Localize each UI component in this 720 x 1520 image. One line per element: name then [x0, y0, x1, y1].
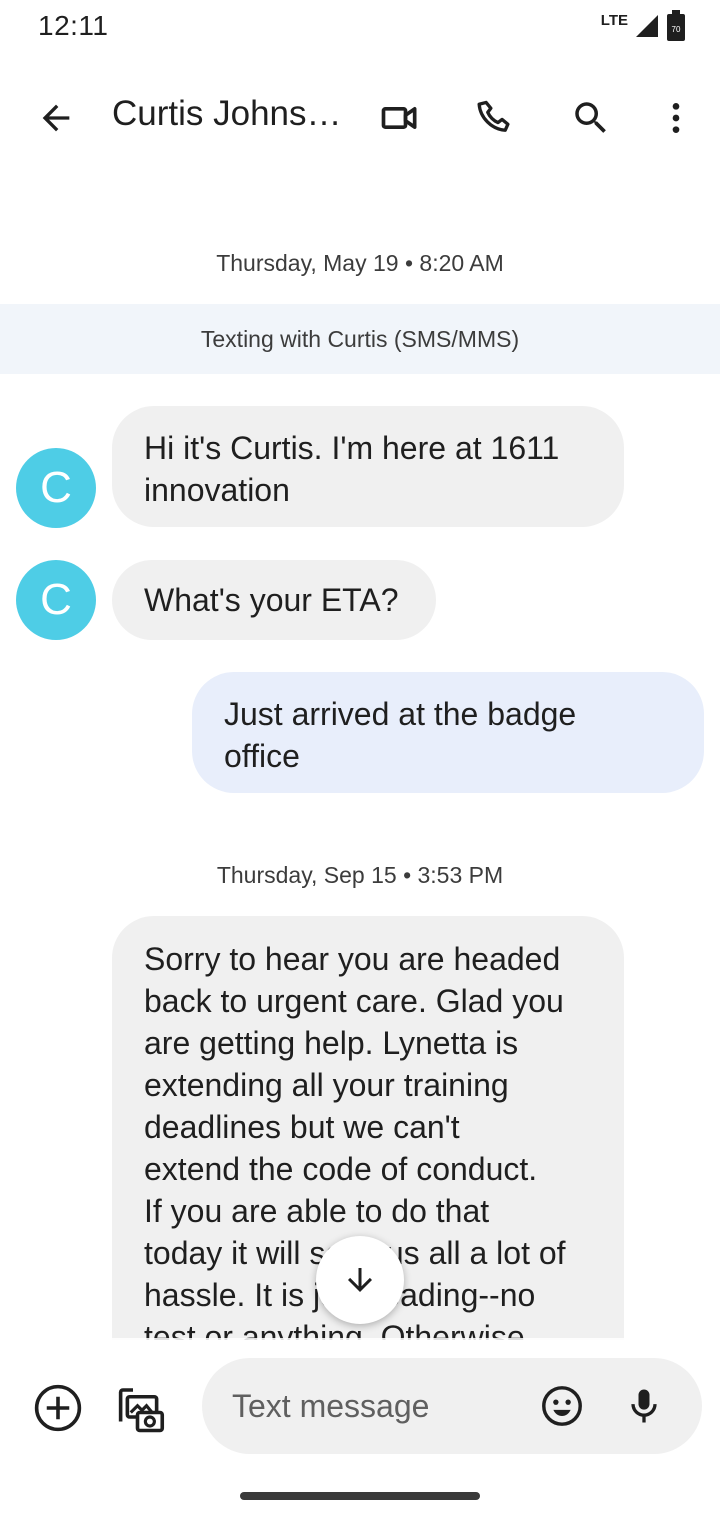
date-separator: Thursday, Sep 15 • 3:53 PM [216, 862, 504, 888]
voice-input-button[interactable] [616, 1378, 672, 1434]
status-bar: 12:11 LTE 70 [0, 0, 720, 56]
signal-icon [636, 15, 658, 37]
search-button[interactable] [563, 90, 619, 146]
app-bar: Curtis Johns… [0, 72, 720, 164]
battery-level: 70 [672, 25, 681, 34]
sms-mode-banner: Texting with Curtis (SMS/MMS) [0, 304, 720, 374]
scroll-to-bottom-button[interactable] [316, 1236, 404, 1324]
back-button[interactable] [28, 90, 84, 146]
incoming-message-bubble[interactable]: Hi it's Curtis. I'm here at 1611 innovat… [112, 406, 624, 527]
search-icon [575, 102, 606, 133]
message-text-line: Hi it's Curtis. I'm here at 1611 [144, 430, 560, 466]
home-indicator[interactable] [240, 1492, 480, 1500]
add-circle-icon [34, 1384, 82, 1432]
avatar-initial: C [40, 575, 72, 624]
emoji-button[interactable] [534, 1378, 590, 1434]
message-text-line: If you are able to do that [144, 1193, 490, 1229]
message-text-line: innovation [144, 472, 290, 508]
avatar[interactable]: C [16, 448, 96, 528]
status-time: 12:11 [38, 10, 109, 41]
message-text-line: extend the code of conduct. [144, 1151, 538, 1187]
date-separator: Thursday, May 19 • 8:20 AM [216, 250, 504, 276]
conversation-title[interactable]: Curtis Johns… [112, 94, 342, 134]
gallery-camera-button[interactable] [114, 1380, 170, 1436]
outgoing-message-bubble[interactable]: Just arrived at the badge office [192, 672, 704, 793]
message-text: What's your ETA? [144, 582, 399, 618]
microphone-icon [631, 1389, 657, 1423]
message-list[interactable]: Thursday, May 19 • 8:20 AM Texting with … [0, 164, 720, 1340]
incoming-message-bubble[interactable]: What's your ETA? [112, 560, 436, 640]
message-text-line: deadlines but we can't [144, 1109, 460, 1145]
network-type: LTE [600, 11, 628, 29]
message-text-line: Just arrived at the badge [224, 696, 577, 732]
more-options-button[interactable] [648, 90, 704, 146]
message-text-line: back to urgent care. Glad you [144, 983, 564, 1019]
back-arrow-icon [42, 104, 70, 132]
avatar-initial: C [40, 463, 72, 512]
message-text-line: are getting help. Lynetta is [144, 1025, 519, 1061]
video-call-icon [381, 107, 417, 129]
message-text-line: office [224, 738, 300, 774]
message-text-line: Sorry to hear you are headed [144, 941, 561, 977]
message-input[interactable]: Text message [202, 1358, 702, 1454]
gallery-camera-icon [118, 1388, 165, 1433]
phone-icon [477, 100, 510, 132]
arrow-down-icon [348, 1268, 372, 1292]
video-call-button[interactable] [372, 90, 428, 146]
attach-button[interactable] [30, 1380, 86, 1436]
call-button[interactable] [468, 90, 524, 146]
battery-icon: 70 [667, 10, 685, 41]
avatar[interactable]: C [16, 560, 96, 640]
message-input-placeholder: Text message [232, 1388, 430, 1424]
emoji-icon [542, 1386, 582, 1426]
status-icons: LTE 70 [601, 10, 686, 42]
message-text-line: extending all your training [144, 1067, 509, 1103]
more-vert-icon [672, 103, 680, 133]
